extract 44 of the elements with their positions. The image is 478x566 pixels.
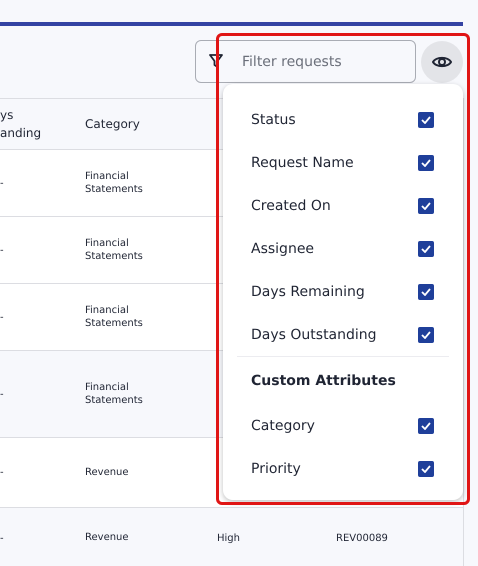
- menu-item-label[interactable]: Status: [251, 112, 296, 128]
- menu-item-label[interactable]: Days Outstanding: [251, 326, 377, 342]
- table-cell-text: -: [0, 244, 5, 256]
- table-cell-text: Financial Statements: [85, 236, 144, 264]
- checkbox[interactable]: [418, 326, 434, 342]
- check-icon: [421, 244, 431, 252]
- table-cell-text: Revenue: [85, 531, 130, 545]
- table-cell-text: -: [0, 388, 5, 400]
- check-icon: [421, 158, 431, 166]
- table-cell-text: -: [0, 178, 5, 188]
- check-icon: [421, 288, 431, 296]
- menu-item-label[interactable]: Assignee: [251, 240, 314, 256]
- checkbox[interactable]: [418, 460, 434, 476]
- eye-icon: [432, 54, 452, 68]
- table-cell-text: Financial Statements: [85, 380, 144, 408]
- table-cell-text: Revenue: [85, 466, 130, 480]
- check-icon: [421, 464, 431, 472]
- table-cell-text: Financial Statements: [85, 304, 144, 330]
- menu-item-label[interactable]: Category: [251, 418, 315, 434]
- column-header: Category: [85, 117, 141, 131]
- menu-item-label[interactable]: Priority: [251, 460, 301, 476]
- check-icon: [421, 422, 431, 430]
- checkbox[interactable]: [418, 284, 434, 300]
- checkbox[interactable]: [418, 112, 434, 128]
- column-header: ys anding: [0, 107, 42, 142]
- menu-item-label[interactable]: Days Remaining: [251, 284, 365, 300]
- table-cell-text: Financial Statements: [85, 170, 144, 196]
- checkbox[interactable]: [418, 240, 434, 256]
- table-cell-text: -: [0, 532, 5, 544]
- check-icon: [421, 116, 431, 124]
- check-icon: [421, 202, 431, 210]
- filter-field[interactable]: Filter requests: [195, 40, 416, 83]
- table-cell-text: -: [0, 467, 5, 478]
- check-icon: [421, 330, 431, 338]
- table-cell-text: High: [217, 532, 241, 544]
- menu-item-label[interactable]: Created On: [251, 198, 331, 214]
- menu-item-label[interactable]: Request Name: [251, 154, 354, 170]
- checkbox[interactable]: [418, 418, 434, 434]
- section-title: Custom Attributes: [250, 372, 397, 391]
- checkbox[interactable]: [418, 198, 434, 214]
- table-cell-text: REV00089: [336, 532, 389, 544]
- table-cell-text: -: [0, 312, 5, 322]
- eye-button[interactable]: [421, 40, 463, 82]
- checkbox[interactable]: [418, 154, 434, 170]
